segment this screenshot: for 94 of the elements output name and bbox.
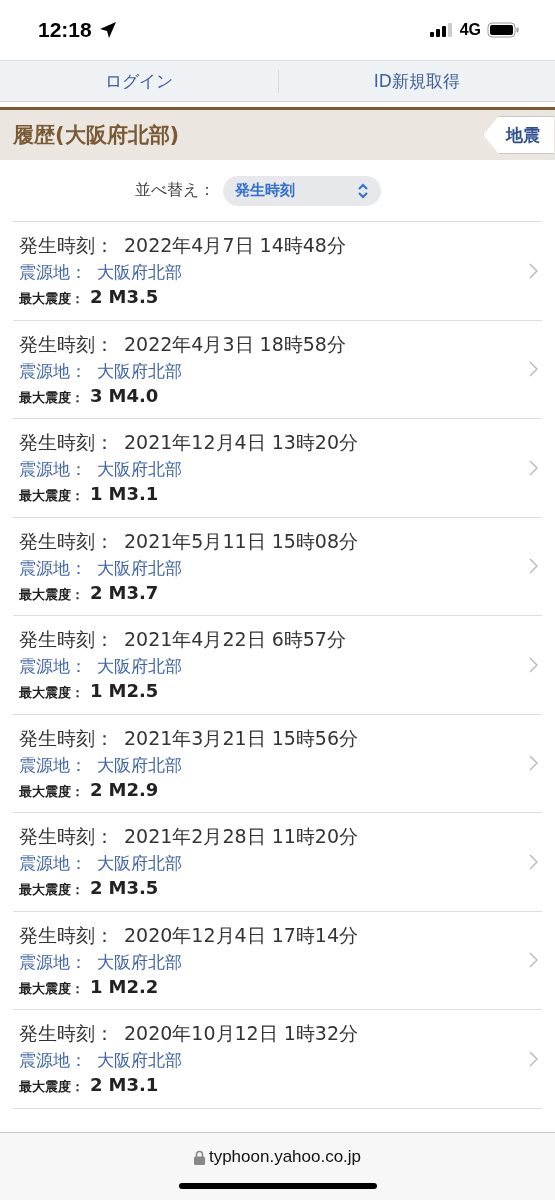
- time-value: 2022年4月3日 18時58分: [124, 331, 346, 357]
- time-label: 発生時刻：: [19, 1021, 114, 1047]
- time-value: 2021年2月28日 11時20分: [124, 824, 358, 850]
- quake-row[interactable]: 発生時刻： 2022年4月7日 14時48分 震源地： 大阪府北部 最大震度： 2 M3.5: [13, 222, 542, 321]
- epicenter-value: 大阪府北部: [97, 261, 182, 285]
- time-value: 2021年5月11日 15時08分: [124, 528, 358, 554]
- time-label: 発生時刻：: [19, 233, 114, 259]
- intensity-label: 最大震度：: [19, 1078, 84, 1097]
- lock-icon: [193, 1149, 205, 1165]
- magnitude-value: M4.0: [108, 384, 159, 406]
- chevron-right-icon: [529, 361, 538, 378]
- signal-icon: [429, 23, 454, 37]
- intensity-value: 2: [90, 877, 103, 899]
- quake-row[interactable]: 発生時刻： 2021年12月4日 13時20分 震源地： 大阪府北部 最大震度： 1 M3.1: [13, 419, 542, 518]
- magnitude-value: M2.5: [108, 680, 159, 702]
- epicenter-label: 震源地：: [19, 950, 87, 974]
- intensity-label: 最大震度：: [19, 979, 84, 998]
- intensity-label: 最大震度：: [19, 684, 84, 703]
- time-label: 発生時刻：: [19, 725, 114, 751]
- intensity-label: 最大震度：: [19, 290, 84, 309]
- intensity-value: 2: [90, 286, 103, 308]
- chevron-right-icon: [529, 656, 538, 673]
- epicenter-label: 震源地：: [19, 556, 87, 580]
- intensity-label: 最大震度：: [19, 585, 84, 604]
- chevron-right-icon: [529, 1050, 538, 1067]
- intensity-value: 2: [90, 1074, 103, 1096]
- magnitude-value: M2.9: [108, 778, 159, 800]
- quake-row[interactable]: 発生時刻： 2022年4月3日 18時58分 震源地： 大阪府北部 最大震度： 3 M4.0: [13, 320, 542, 419]
- intensity-value: 3: [90, 384, 103, 406]
- epicenter-value: 大阪府北部: [97, 852, 182, 876]
- quake-row[interactable]: 発生時刻： 2021年4月22日 6時57分 震源地： 大阪府北部 最大震度： 1 M2.5: [13, 616, 542, 715]
- chevron-right-icon: [529, 262, 538, 279]
- quake-row[interactable]: 発生時刻： 2020年10月12日 1時32分 震源地： 大阪府北部 最大震度： 2 M3.1: [13, 1010, 542, 1109]
- quake-row[interactable]: 発生時刻： 2020年12月4日 17時14分 震源地： 大阪府北部 最大震度： 1 M2.2: [13, 911, 542, 1010]
- network-type: 4G: [459, 21, 481, 39]
- epicenter-label: 震源地：: [19, 458, 87, 482]
- intensity-value: 1: [90, 680, 103, 702]
- epicenter-label: 震源地：: [19, 261, 87, 285]
- intensity-value: 1: [90, 483, 103, 505]
- epicenter-value: 大阪府北部: [97, 359, 182, 383]
- epicenter-label: 震源地：: [19, 1049, 87, 1073]
- chevron-right-icon: [529, 853, 538, 870]
- time-value: 2021年12月4日 13時20分: [124, 430, 358, 456]
- updown-chevron-icon: [356, 182, 369, 199]
- time-label: 発生時刻：: [19, 824, 114, 850]
- time-label: 発生時刻：: [19, 430, 114, 456]
- time-value: 2020年12月4日 17時14分: [124, 922, 358, 948]
- chevron-right-icon: [529, 459, 538, 476]
- intensity-label: 最大震度：: [19, 388, 84, 407]
- intensity-value: 1: [90, 975, 103, 997]
- battery-icon: [487, 22, 519, 38]
- intensity-label: 最大震度：: [19, 782, 84, 801]
- time-label: 発生時刻：: [19, 528, 114, 554]
- intensity-value: 2: [90, 778, 103, 800]
- nav-link[interactable]: ID新規取得: [277, 69, 555, 93]
- intensity-label: 最大震度：: [19, 487, 84, 506]
- epicenter-label: 震源地：: [19, 852, 87, 876]
- sort-select[interactable]: 発生時刻: [222, 175, 381, 206]
- time-value: 2020年10月12日 1時32分: [124, 1021, 358, 1047]
- time-value: 2022年4月7日 14時48分: [124, 233, 346, 259]
- magnitude-value: M3.7: [108, 581, 159, 603]
- page-title: 履歴(大阪府北部): [13, 122, 180, 149]
- epicenter-value: 大阪府北部: [97, 950, 182, 974]
- epicenter-value: 大阪府北部: [97, 655, 182, 679]
- epicenter-value: 大阪府北部: [97, 753, 182, 777]
- clock: 12:18: [38, 18, 92, 42]
- url-text[interactable]: typhoon.yahoo.co.jp: [208, 1147, 362, 1167]
- epicenter-value: 大阪府北部: [97, 556, 182, 580]
- time-value: 2021年4月22日 6時57分: [124, 627, 346, 653]
- time-label: 発生時刻：: [19, 922, 114, 948]
- back-button[interactable]: 地震: [483, 116, 554, 154]
- epicenter-label: 震源地：: [19, 753, 87, 777]
- intensity-label: 最大震度：: [19, 881, 84, 900]
- sort-label: 並べ替え：: [134, 180, 215, 201]
- epicenter-value: 大阪府北部: [97, 458, 182, 482]
- magnitude-value: M3.1: [108, 483, 159, 505]
- intensity-value: 2: [90, 581, 103, 603]
- time-value: 2021年3月21日 15時56分: [124, 725, 358, 751]
- epicenter-label: 震源地：: [19, 359, 87, 383]
- chevron-right-icon: [529, 558, 538, 575]
- epicenter-value: 大阪府北部: [97, 1049, 182, 1073]
- nav-link[interactable]: ログイン: [0, 69, 278, 93]
- quake-row[interactable]: 発生時刻： 2021年2月28日 11時20分 震源地： 大阪府北部 最大震度： 2 M3.5: [13, 813, 542, 912]
- time-label: 発生時刻：: [19, 331, 114, 357]
- magnitude-value: M3.5: [108, 286, 159, 308]
- quake-row[interactable]: 発生時刻： 2021年5月11日 15時08分 震源地： 大阪府北部 最大震度： 2 M3.7: [13, 517, 542, 616]
- quake-row[interactable]: 発生時刻： 2021年3月21日 15時56分 震源地： 大阪府北部 最大震度： 2 M2.9: [13, 714, 542, 813]
- chevron-right-icon: [529, 952, 538, 969]
- time-label: 発生時刻：: [19, 627, 114, 653]
- epicenter-label: 震源地：: [19, 655, 87, 679]
- magnitude-value: M2.2: [108, 975, 159, 997]
- chevron-right-icon: [529, 755, 538, 772]
- magnitude-value: M3.5: [108, 877, 159, 899]
- magnitude-value: M3.1: [108, 1074, 159, 1096]
